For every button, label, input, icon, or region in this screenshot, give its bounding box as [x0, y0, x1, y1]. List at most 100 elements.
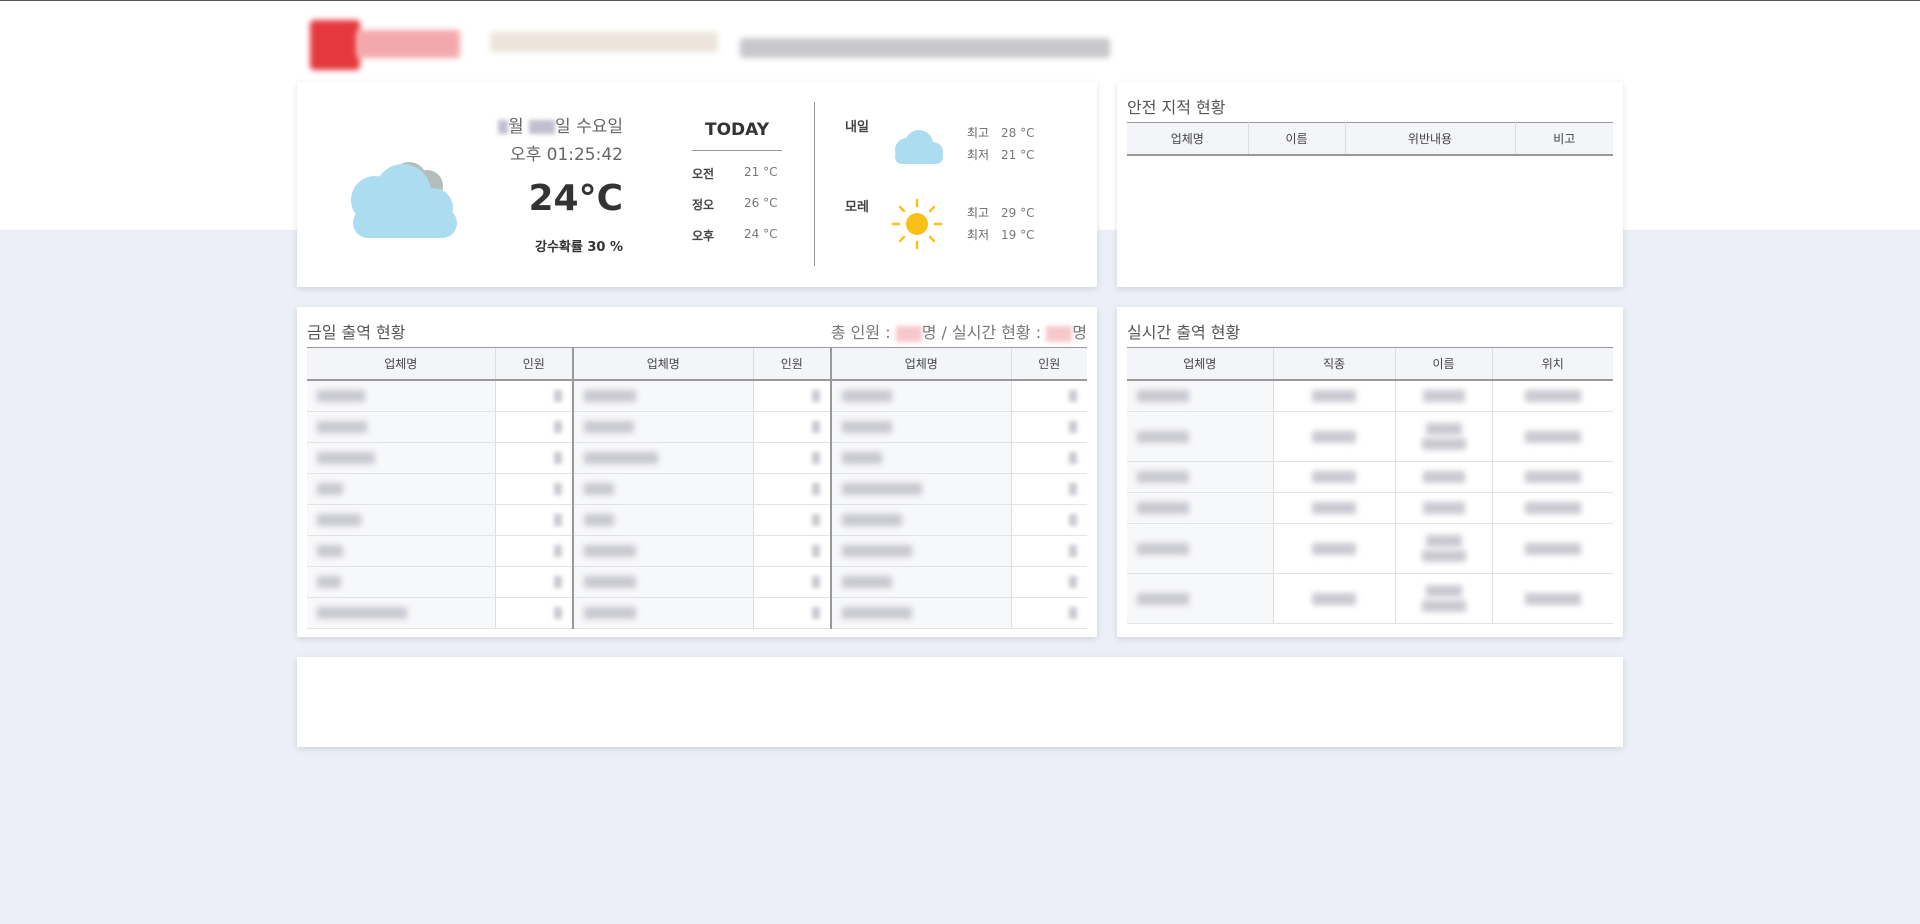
- redacted-text: [584, 607, 636, 619]
- company-cell: [1127, 573, 1274, 624]
- count-cell: [495, 473, 574, 505]
- forecast-temps-day-after: 최고 29 °C 최저 19 °C: [967, 202, 1034, 246]
- redacted-number: [1069, 513, 1077, 526]
- col-company[interactable]: 업체명: [307, 348, 496, 381]
- table-row[interactable]: [307, 473, 1087, 505]
- count-cell: [753, 504, 832, 536]
- site-name: [490, 32, 718, 52]
- col-note[interactable]: 비고: [1515, 122, 1613, 156]
- redacted-text: [584, 390, 636, 403]
- col-trade[interactable]: 직종: [1273, 348, 1396, 381]
- company-cell: [307, 566, 496, 598]
- company-cell: [307, 535, 496, 567]
- redacted-number: [812, 482, 820, 495]
- table-row[interactable]: [1127, 523, 1613, 574]
- col-count[interactable]: 인원: [495, 348, 574, 381]
- redacted-text: [1524, 390, 1581, 403]
- company-cell: [572, 535, 754, 567]
- table-row[interactable]: [307, 442, 1087, 474]
- col-count[interactable]: 인원: [1011, 348, 1087, 381]
- redacted-text: [842, 576, 892, 588]
- redacted-text: [1421, 599, 1466, 612]
- realtime-table-body: [1127, 380, 1613, 624]
- trade-cell: [1273, 461, 1396, 493]
- redacted-number: [812, 544, 820, 557]
- redacted-text: [1421, 437, 1466, 450]
- redacted-text: [1312, 471, 1356, 483]
- redacted-number: [554, 451, 562, 464]
- location-cell: [1492, 411, 1613, 462]
- count-cell: [753, 411, 832, 443]
- redacted-text: [1137, 471, 1189, 483]
- col-company[interactable]: 업체명: [830, 348, 1012, 381]
- col-location[interactable]: 위치: [1492, 348, 1613, 381]
- count-cell: [495, 442, 574, 474]
- company-cell: [307, 411, 496, 443]
- col-violation[interactable]: 위반내용: [1345, 122, 1516, 156]
- table-row[interactable]: [307, 411, 1087, 443]
- table-row[interactable]: [1127, 492, 1613, 524]
- max-label: 최고: [967, 206, 990, 220]
- today-row: 정오 26 °C: [692, 196, 782, 213]
- company-cell: [1127, 411, 1274, 462]
- redacted-text: [1524, 542, 1581, 555]
- redacted-text: [1425, 584, 1462, 597]
- company-cell: [572, 597, 754, 629]
- company-cell: [307, 442, 496, 474]
- sun-icon: [891, 198, 943, 250]
- today-row-value: 24 °C: [744, 227, 778, 241]
- redacted-text: [1425, 534, 1462, 547]
- current-temperature: 24°C: [528, 178, 623, 219]
- table-row[interactable]: [307, 380, 1087, 412]
- trade-cell: [1273, 411, 1396, 462]
- redacted-text: [317, 483, 343, 495]
- name-cell: [1395, 461, 1493, 493]
- redacted-text: [1137, 592, 1189, 605]
- logo-text: [356, 30, 460, 58]
- col-name[interactable]: 이름: [1395, 348, 1493, 381]
- company-cell: [1127, 380, 1274, 412]
- name-cell: [1395, 380, 1493, 412]
- table-row[interactable]: [307, 566, 1087, 598]
- forecast-day-tomorrow: 내일: [845, 120, 869, 135]
- count-cell: [495, 566, 574, 598]
- realtime-count-redacted: [1046, 325, 1073, 342]
- table-row[interactable]: [307, 504, 1087, 536]
- redacted-text: [1312, 430, 1356, 443]
- col-name[interactable]: 이름: [1248, 122, 1346, 156]
- redacted-number: [1069, 420, 1077, 433]
- col-company[interactable]: 업체명: [1127, 122, 1249, 156]
- redacted-text: [842, 545, 912, 557]
- current-time: 오후 01:25:42: [509, 145, 623, 165]
- redacted-text: [584, 421, 634, 433]
- today-row: 오후 24 °C: [692, 227, 782, 244]
- count-cell: [753, 535, 832, 567]
- table-row[interactable]: [1127, 573, 1613, 624]
- weather-card: 월 일 수요일 오후 01:25:42 24°C 강수확률 30 % TODAY…: [297, 82, 1097, 287]
- table-row[interactable]: [1127, 411, 1613, 462]
- max-temp: 29 °C: [1001, 206, 1035, 220]
- daily-table-scroll[interactable]: 업체명 인원 업체명 인원 업체명 인원: [307, 347, 1087, 629]
- company-cell: [1127, 523, 1274, 574]
- realtime-table: 업체명 직종 이름 위치: [1127, 348, 1613, 624]
- table-row[interactable]: [307, 597, 1087, 629]
- logo-icon[interactable]: [310, 20, 360, 70]
- table-row[interactable]: [307, 535, 1087, 567]
- current-date: 월 일 수요일: [497, 112, 623, 137]
- trade-cell: [1273, 573, 1396, 624]
- site-address: [740, 38, 1110, 58]
- col-company[interactable]: 업체명: [1127, 348, 1274, 381]
- company-cell: [830, 566, 1012, 598]
- table-row[interactable]: [1127, 380, 1613, 412]
- company-cell: [1127, 461, 1274, 493]
- today-row: 오전 21 °C: [692, 165, 782, 182]
- col-company[interactable]: 업체명: [572, 348, 754, 381]
- realtime-table-scroll[interactable]: 업체명 직종 이름 위치: [1127, 347, 1613, 629]
- redacted-number: [1069, 389, 1077, 402]
- table-row[interactable]: [1127, 461, 1613, 493]
- redacted-text: [1137, 390, 1189, 403]
- col-count[interactable]: 인원: [753, 348, 832, 381]
- totals-separator: /: [941, 323, 947, 342]
- company-cell: [1127, 492, 1274, 524]
- count-cell: [1011, 597, 1087, 629]
